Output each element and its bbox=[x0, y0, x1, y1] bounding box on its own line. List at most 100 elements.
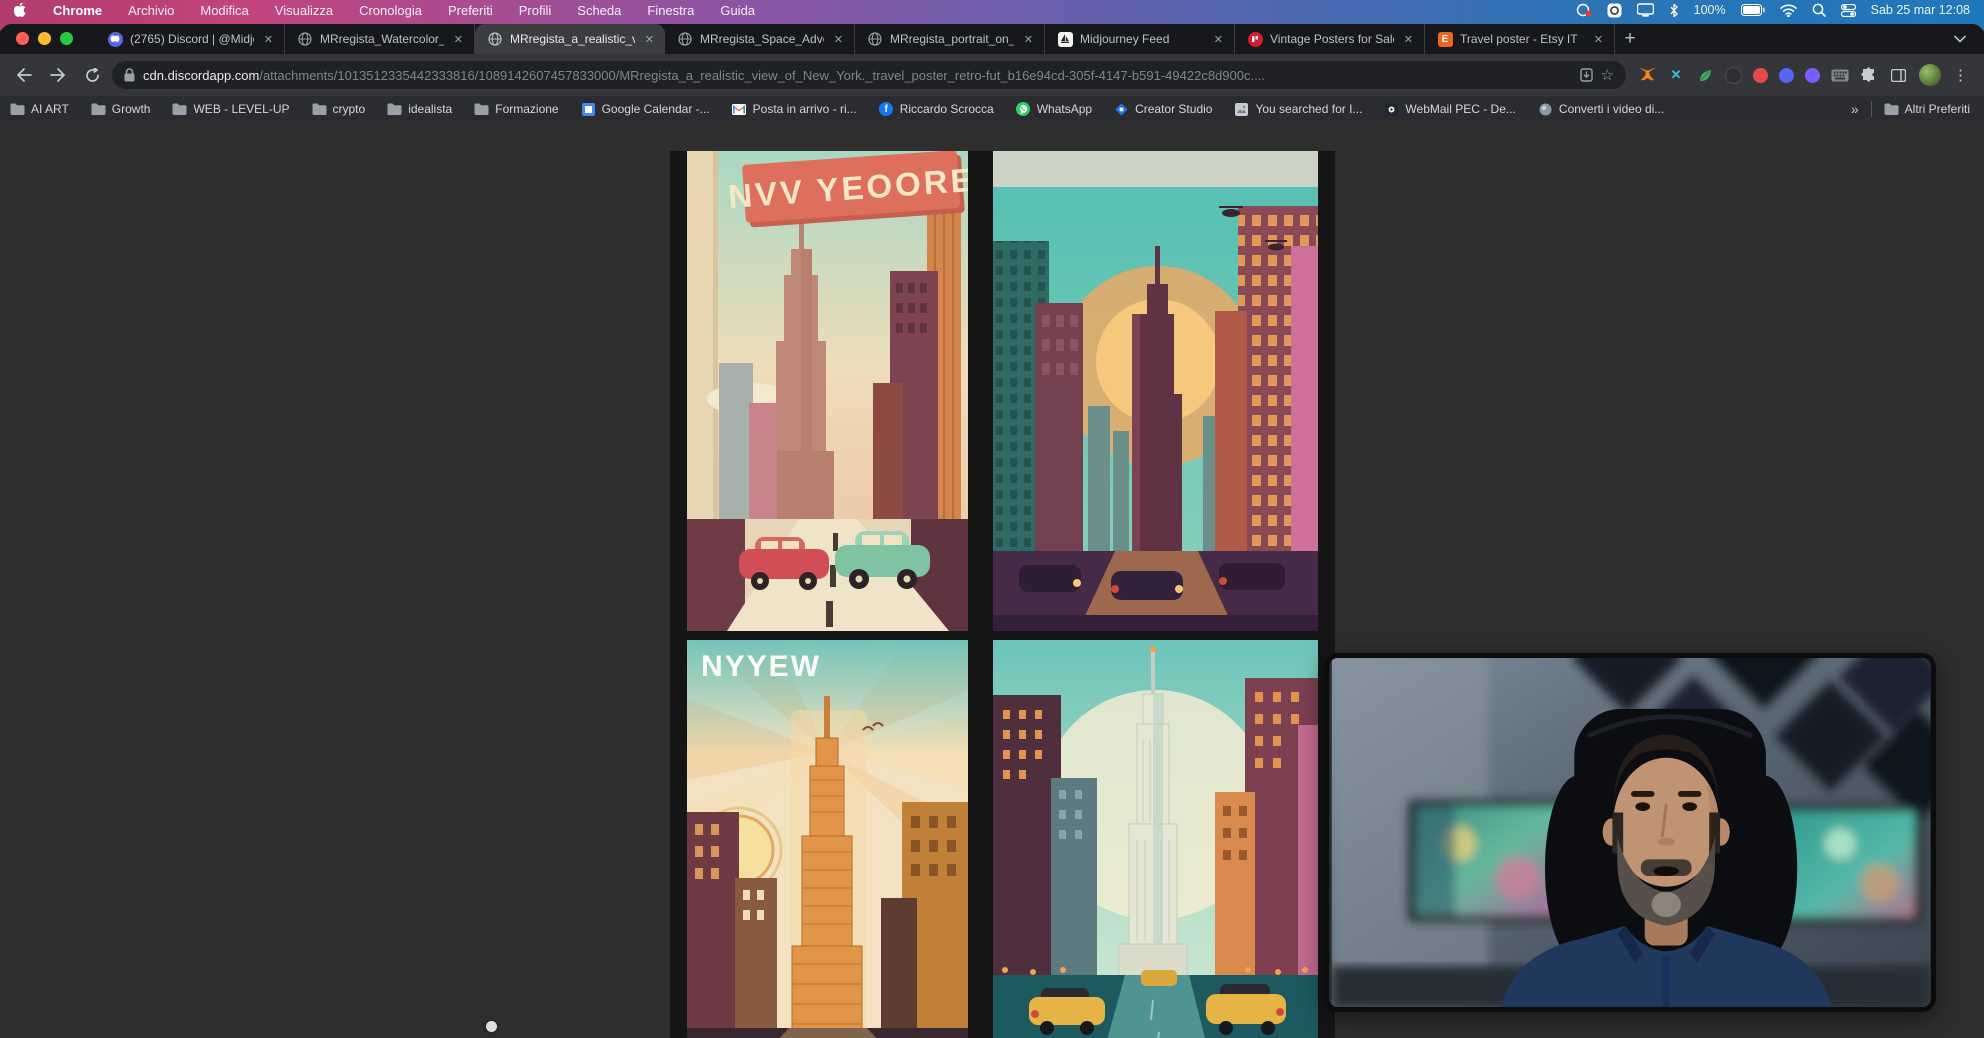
bookmark-whatsapp[interactable]: WhatsApp bbox=[1016, 102, 1092, 117]
x-teal-extension-icon[interactable]: ✕ bbox=[1667, 66, 1685, 84]
tab-realistic-view-active[interactable]: MRregista_a_realistic_vie ✕ bbox=[475, 24, 665, 54]
poster-top-left[interactable]: NVV YEOORE bbox=[687, 151, 968, 631]
spotlight-search-icon[interactable] bbox=[1812, 3, 1826, 17]
tab-etsy[interactable]: E Travel poster - Etsy IT ✕ bbox=[1425, 24, 1615, 54]
profile-avatar[interactable] bbox=[1919, 64, 1941, 86]
keyboard-extension-icon[interactable] bbox=[1831, 66, 1849, 84]
display-icon[interactable] bbox=[1637, 3, 1654, 17]
tab-close-icon[interactable]: ✕ bbox=[451, 32, 466, 47]
tab-close-icon[interactable]: ✕ bbox=[1211, 32, 1226, 47]
bookmark-folder-ai-art[interactable]: AI ART bbox=[10, 102, 69, 117]
tab-vintage-posters[interactable]: Vintage Posters for Sale | ✕ bbox=[1235, 24, 1425, 54]
bookmark-folder-formazione[interactable]: Formazione bbox=[474, 102, 558, 117]
close-window-button[interactable] bbox=[16, 32, 29, 45]
bookmark-converti-video[interactable]: Converti i video di... bbox=[1538, 102, 1664, 117]
bookmark-gmail[interactable]: Posta in arrivo - ri... bbox=[732, 102, 857, 117]
video-converter-icon bbox=[1538, 102, 1553, 117]
bookmarks-bar: AI ART Growth WEB - LEVEL-UP crypto idea… bbox=[0, 96, 1984, 122]
tab-close-icon[interactable]: ✕ bbox=[1401, 32, 1416, 47]
bookmark-webmail-pec[interactable]: WebMail PEC - De... bbox=[1384, 102, 1515, 117]
etsy-favicon: E bbox=[1437, 31, 1453, 47]
dark-extension-icon[interactable] bbox=[1725, 67, 1742, 84]
bookmark-folder-web-level-up[interactable]: WEB - LEVEL-UP bbox=[172, 102, 289, 117]
menu-profili[interactable]: Profili bbox=[519, 3, 552, 18]
globe-favicon bbox=[487, 31, 503, 47]
password-manager-icon[interactable] bbox=[1607, 3, 1622, 18]
metamask-extension-icon[interactable] bbox=[1638, 66, 1656, 84]
minimize-window-button[interactable] bbox=[38, 32, 51, 45]
url-text[interactable]: cdn.discordapp.com/attachments/101351233… bbox=[143, 68, 1572, 83]
other-bookmarks-folder[interactable]: Altri Preferiti bbox=[1884, 102, 1970, 117]
control-center-icon[interactable] bbox=[1841, 4, 1856, 17]
extensions-strip: ✕ bbox=[1632, 66, 1913, 84]
zoom-window-button[interactable] bbox=[60, 32, 73, 45]
bookmark-creator-studio[interactable]: Creator Studio bbox=[1114, 102, 1212, 117]
tab-search-chevron-icon[interactable] bbox=[1954, 30, 1966, 48]
menu-finestra[interactable]: Finestra bbox=[647, 3, 694, 18]
midjourney-image-grid[interactable]: NVV YEOORE bbox=[670, 151, 1335, 1038]
sailboat-favicon bbox=[1057, 31, 1073, 47]
tab-strip: (2765) Discord | @Midjou ✕ MRregista_Wat… bbox=[0, 24, 1984, 54]
forward-button[interactable] bbox=[44, 61, 72, 89]
macos-menubar: Chrome Archivio Modifica Visualizza Cron… bbox=[0, 0, 1984, 20]
window-controls bbox=[16, 32, 73, 45]
purple-extension-icon[interactable] bbox=[1805, 68, 1820, 83]
tab-close-icon[interactable]: ✕ bbox=[642, 32, 657, 47]
tab-close-icon[interactable]: ✕ bbox=[831, 32, 846, 47]
browser-toolbar: cdn.discordapp.com/attachments/101351233… bbox=[0, 54, 1984, 96]
menu-modifica[interactable]: Modifica bbox=[200, 3, 248, 18]
taxi-far bbox=[1141, 970, 1177, 986]
tab-watercolor[interactable]: MRregista_Watercolor_Pa ✕ bbox=[285, 24, 475, 54]
bookmark-you-searched[interactable]: You searched for I... bbox=[1234, 102, 1362, 117]
menu-guida[interactable]: Guida bbox=[720, 3, 755, 18]
menu-scheda[interactable]: Scheda bbox=[577, 3, 621, 18]
new-tab-button[interactable]: + bbox=[1615, 24, 1645, 54]
poster-bottom-right[interactable] bbox=[993, 640, 1318, 1038]
bluetooth-icon[interactable] bbox=[1669, 3, 1679, 18]
tab-close-icon[interactable]: ✕ bbox=[261, 32, 276, 47]
menubar-clock[interactable]: Sab 25 mar 12:08 bbox=[1871, 3, 1970, 17]
posters-site-favicon bbox=[1247, 31, 1263, 47]
back-button[interactable] bbox=[10, 61, 38, 89]
leaf-extension-icon[interactable] bbox=[1696, 66, 1714, 84]
bookmark-facebook-riccardo[interactable]: fRiccardo Scrocca bbox=[879, 102, 994, 117]
poster-top-right[interactable] bbox=[993, 151, 1318, 631]
bookmark-star-icon[interactable]: ☆ bbox=[1601, 66, 1614, 84]
apple-logo-icon[interactable] bbox=[14, 3, 27, 18]
menu-preferiti[interactable]: Preferiti bbox=[448, 3, 493, 18]
folder-icon bbox=[1884, 102, 1899, 117]
address-bar[interactable]: cdn.discordapp.com/attachments/101351233… bbox=[112, 61, 1626, 89]
tab-midjourney-feed[interactable]: Midjourney Feed ✕ bbox=[1045, 24, 1235, 54]
bookmarks-overflow-chevrons[interactable]: » bbox=[1851, 101, 1859, 117]
tab-close-icon[interactable]: ✕ bbox=[1591, 32, 1606, 47]
extensions-puzzle-icon[interactable] bbox=[1860, 66, 1878, 84]
indigo-extension-icon[interactable] bbox=[1779, 68, 1794, 83]
tab-portrait[interactable]: MRregista_portrait_on_a_ ✕ bbox=[855, 24, 1045, 54]
tab-close-icon[interactable]: ✕ bbox=[1021, 32, 1036, 47]
menu-archivio[interactable]: Archivio bbox=[128, 3, 174, 18]
bookmark-folder-growth[interactable]: Growth bbox=[91, 102, 151, 117]
folder-icon bbox=[172, 102, 187, 117]
bookmark-folder-crypto[interactable]: crypto bbox=[312, 102, 366, 117]
reload-button[interactable] bbox=[78, 61, 106, 89]
save-page-icon[interactable] bbox=[1580, 68, 1593, 82]
red-extension-icon[interactable] bbox=[1753, 68, 1768, 83]
bookmark-folder-idealista[interactable]: idealista bbox=[387, 102, 452, 117]
tab-space-adventure[interactable]: MRregista_Space_Advent ✕ bbox=[665, 24, 855, 54]
menu-cronologia[interactable]: Cronologia bbox=[359, 3, 422, 18]
battery-percentage: 100% bbox=[1694, 3, 1726, 17]
poster-bottom-left[interactable]: NYYEW bbox=[687, 640, 968, 1038]
tab-label: Midjourney Feed bbox=[1080, 32, 1204, 46]
screen-recording-icon[interactable] bbox=[1576, 3, 1592, 17]
bookmark-google-calendar[interactable]: Google Calendar -... bbox=[581, 102, 710, 117]
menu-visualizza[interactable]: Visualizza bbox=[275, 3, 333, 18]
menubar-app-name[interactable]: Chrome bbox=[53, 3, 102, 18]
browser-menu-kebab-icon[interactable]: ⋮ bbox=[1947, 66, 1974, 84]
webmail-icon bbox=[1384, 102, 1399, 117]
side-panel-icon[interactable] bbox=[1889, 66, 1907, 84]
wifi-icon[interactable] bbox=[1780, 4, 1797, 17]
folder-icon bbox=[387, 102, 402, 117]
tab-discord[interactable]: (2765) Discord | @Midjou ✕ bbox=[95, 24, 285, 54]
lock-icon[interactable] bbox=[124, 68, 135, 82]
empire-state-golden bbox=[791, 696, 867, 1038]
